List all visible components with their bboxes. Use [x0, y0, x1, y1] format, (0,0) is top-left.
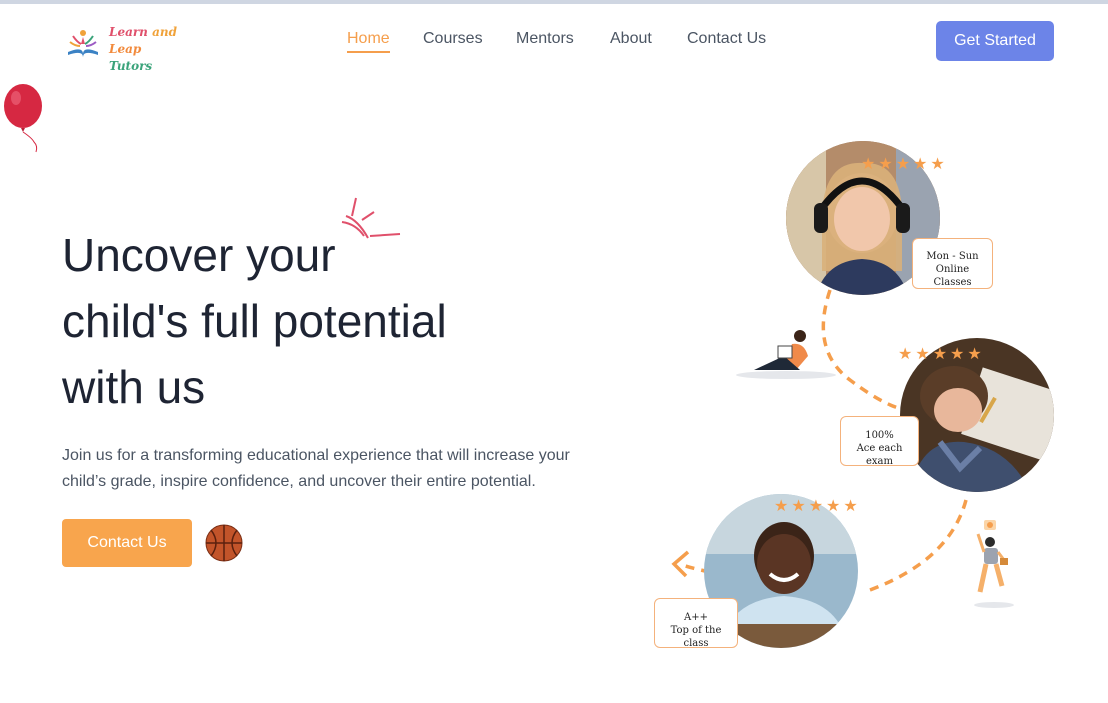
hero-title: Uncover your child's full potential with…: [62, 222, 522, 420]
nav-link-about[interactable]: About: [610, 30, 652, 48]
site-header: Learn and Leap Tutors Home Courses Mento…: [0, 4, 1108, 80]
hero-title-line: Uncover your: [62, 229, 336, 281]
badge-line: 100%: [865, 430, 894, 441]
nav-link-mentors[interactable]: Mentors: [516, 30, 574, 48]
hero-description-line: child’s grade, inspire confidence, and u…: [62, 473, 536, 490]
balloon-icon: [4, 84, 42, 153]
hero-title-line: child's full potential: [62, 295, 447, 347]
brand-logo[interactable]: Learn and Leap Tutors: [64, 22, 184, 73]
contact-us-button[interactable]: Contact Us: [62, 519, 192, 567]
badge-line: Online Classes: [933, 264, 972, 288]
top-class-badge: A++ Top of the class: [654, 598, 738, 649]
badge-line: Ace each exam: [856, 443, 903, 467]
brand-word: Leap: [109, 42, 142, 56]
brand-word: Learn: [109, 25, 148, 39]
star-rating: ★★★★★: [861, 156, 948, 173]
hero-illustration: ★★★★★ Mon - Sun Online Classes ★★★★★ 100…: [650, 140, 1070, 660]
exam-badge: 100% Ace each exam: [840, 416, 919, 467]
hero-description: Join us for a transforming educational e…: [62, 443, 602, 495]
book-logo-icon: [68, 30, 98, 57]
schedule-badge: Mon - Sun Online Classes: [912, 238, 993, 289]
reading-student-icon: [736, 330, 836, 379]
badge-line: Mon - Sun: [926, 251, 979, 262]
brand-name: Learn and Leap Tutors: [109, 24, 184, 75]
basketball-icon: [205, 524, 243, 562]
star-rating: ★★★★★: [774, 498, 861, 515]
get-started-button[interactable]: Get Started: [936, 21, 1054, 61]
hero-description-line: Join us for a transforming educational e…: [62, 447, 570, 464]
hero-title-line: with us: [62, 361, 206, 413]
nav-link-courses[interactable]: Courses: [423, 30, 483, 48]
nav-link-contact[interactable]: Contact Us: [687, 30, 766, 48]
brand-word: and: [152, 25, 177, 39]
badge-line: Top of the class: [670, 625, 722, 649]
badge-line: A++: [684, 612, 708, 623]
brand-word: Tutors: [109, 59, 153, 73]
cheering-student-icon: [974, 520, 1014, 608]
nav-link-home[interactable]: Home: [347, 30, 390, 53]
star-rating: ★★★★★: [898, 346, 985, 363]
